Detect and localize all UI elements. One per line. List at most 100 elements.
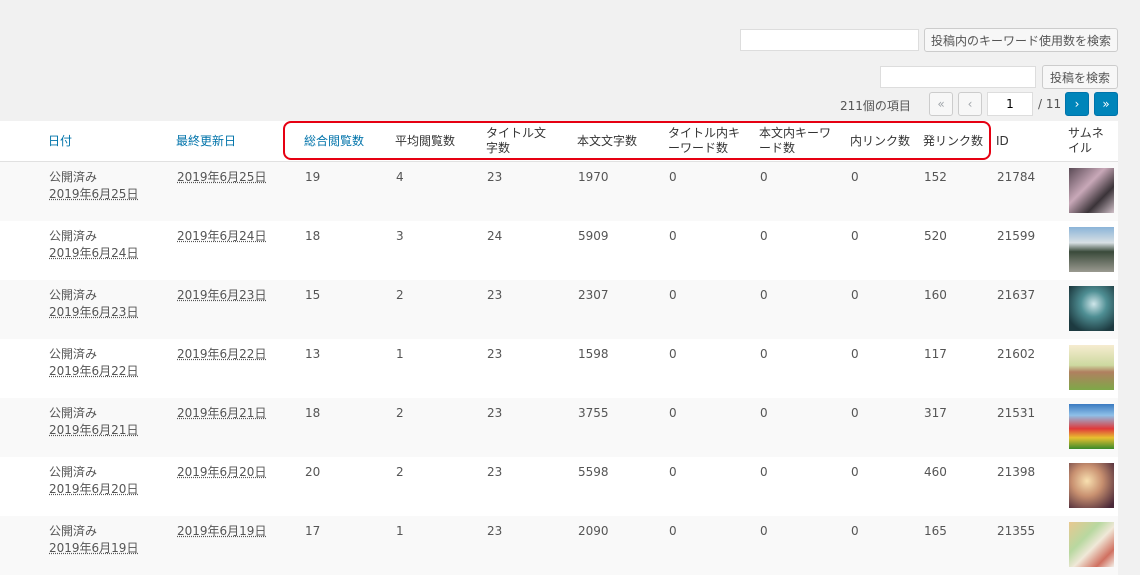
- body-keywords-cell: 0: [759, 338, 850, 398]
- total-views-cell: 19: [304, 161, 395, 221]
- status-label: 公開済み: [49, 228, 98, 243]
- modified-cell: 2019年6月24日: [176, 220, 304, 280]
- published-date: 2019年6月20日: [49, 481, 139, 496]
- column-thumbnail: サムネイル: [1068, 121, 1118, 162]
- last-page-button[interactable]: »: [1094, 92, 1118, 116]
- modified-date: 2019年6月25日: [177, 170, 267, 184]
- date-cell: 公開済み 2019年6月22日: [48, 338, 176, 398]
- thumbnail-image[interactable]: [1069, 168, 1114, 213]
- thumbnail-image[interactable]: [1069, 285, 1114, 331]
- body-chars-cell: 3755: [577, 397, 668, 457]
- modified-date: 2019年6月21日: [177, 405, 267, 420]
- internal-links-cell: 0: [850, 220, 923, 280]
- date-cell: 公開済み 2019年6月23日: [48, 279, 176, 339]
- body-chars-cell: 5598: [577, 456, 668, 516]
- thumbnail-cell: [1068, 515, 1118, 575]
- avg-views-cell: 1: [395, 515, 486, 575]
- column-title-keywords: タイトル内キーワード数: [668, 121, 759, 162]
- title-chars-cell: 23: [486, 161, 577, 221]
- body-keywords-cell: 0: [759, 279, 850, 339]
- column-avg-views: 平均閲覧数: [395, 121, 486, 162]
- body-keywords-cell: 0: [759, 161, 850, 221]
- table-row: 公開済み 2019年6月21日 2019年6月21日 18 2 23 3755 0 0 0 317 2…: [0, 397, 1118, 457]
- date-cell: 公開済み 2019年6月19日: [48, 515, 176, 575]
- date-cell: 公開済み 2019年6月21日: [48, 397, 176, 457]
- body-chars-cell: 2307: [577, 279, 668, 339]
- thumbnail-cell: [1068, 220, 1118, 280]
- next-page-button[interactable]: ›: [1065, 92, 1089, 116]
- avg-views-cell: 3: [395, 220, 486, 280]
- internal-links-cell: 0: [850, 161, 923, 221]
- table-header: 日付 最終更新日 総合閲覧数 平均閲覧数 タイトル文字数 本文文字数 タイトル内…: [0, 121, 1118, 162]
- title-chars-cell: 23: [486, 279, 577, 339]
- outgoing-links-cell: 160: [923, 279, 996, 339]
- body-keywords-cell: 0: [759, 220, 850, 280]
- title-keywords-cell: 0: [668, 220, 759, 280]
- body-chars-cell: 1970: [577, 161, 668, 221]
- id-cell: 21637: [996, 279, 1068, 339]
- total-views-cell: 15: [304, 279, 395, 339]
- column-body-chars: 本文文字数: [577, 121, 668, 162]
- title-chars-cell: 23: [486, 515, 577, 575]
- internal-links-cell: 0: [850, 456, 923, 516]
- avg-views-cell: 2: [395, 279, 486, 339]
- thumbnail-image[interactable]: [1069, 403, 1114, 449]
- thumbnail-cell: [1068, 456, 1118, 516]
- checkbox-column-header: [0, 121, 48, 162]
- id-cell: 21784: [996, 161, 1068, 221]
- avg-views-cell: 1: [395, 338, 486, 398]
- body-chars-cell: 2090: [577, 515, 668, 575]
- thumbnail-image[interactable]: [1069, 462, 1114, 508]
- column-total-views[interactable]: 総合閲覧数: [304, 121, 395, 162]
- post-search-button[interactable]: 投稿を検索: [1042, 65, 1118, 89]
- post-search-input[interactable]: [880, 66, 1036, 88]
- table-row: 公開済み 2019年6月24日 2019年6月24日 18 3 24 5909 0 0 0 520 2…: [0, 220, 1118, 280]
- checkbox-cell: [0, 338, 48, 398]
- outgoing-links-cell: 152: [923, 161, 996, 221]
- total-views-cell: 20: [304, 456, 395, 516]
- thumbnail-cell: [1068, 161, 1118, 221]
- title-keywords-cell: 0: [668, 456, 759, 516]
- thumbnail-image[interactable]: [1069, 521, 1114, 567]
- prev-page-button[interactable]: ‹: [958, 92, 982, 116]
- total-views-cell: 17: [304, 515, 395, 575]
- modified-date: 2019年6月20日: [177, 464, 267, 479]
- table-row: 公開済み 2019年6月25日 2019年6月25日 19 4 23 1970 0 0 0 152 2…: [0, 161, 1118, 221]
- modified-date: 2019年6月23日: [177, 287, 267, 302]
- thumbnail-image[interactable]: [1069, 344, 1114, 390]
- column-internal-links: 内リンク数: [850, 121, 923, 162]
- title-keywords-cell: 0: [668, 338, 759, 398]
- status-label: 公開済み: [49, 170, 98, 184]
- title-chars-cell: 23: [486, 397, 577, 457]
- current-page-input[interactable]: [987, 92, 1033, 116]
- date-cell: 公開済み 2019年6月20日: [48, 456, 176, 516]
- table-row: 公開済み 2019年6月19日 2019年6月19日 17 1 23 2090 0 0 0 165 2…: [0, 515, 1118, 575]
- published-date: 2019年6月24日: [49, 245, 139, 260]
- status-label: 公開済み: [49, 287, 98, 302]
- keyword-search-button[interactable]: 投稿内のキーワード使用数を検索: [924, 28, 1118, 52]
- internal-links-cell: 0: [850, 397, 923, 457]
- column-date[interactable]: 日付: [48, 121, 176, 162]
- keyword-search-input[interactable]: [740, 29, 919, 51]
- column-outgoing-links: 発リンク数: [923, 121, 996, 162]
- thumbnail-image[interactable]: [1069, 226, 1114, 272]
- column-modified[interactable]: 最終更新日: [176, 121, 304, 162]
- published-date: 2019年6月21日: [49, 422, 139, 437]
- status-label: 公開済み: [49, 464, 98, 479]
- modified-cell: 2019年6月21日: [176, 397, 304, 457]
- first-page-button[interactable]: «: [929, 92, 953, 116]
- table-row: 公開済み 2019年6月20日 2019年6月20日 20 2 23 5598 0 0 0 460 2…: [0, 456, 1118, 516]
- column-title-chars: タイトル文字数: [486, 121, 577, 162]
- total-views-cell: 18: [304, 220, 395, 280]
- table-row: 公開済み 2019年6月23日 2019年6月23日 15 2 23 2307 0 0 0 160 2…: [0, 279, 1118, 339]
- title-chars-cell: 24: [486, 220, 577, 280]
- modified-date: 2019年6月19日: [177, 523, 267, 538]
- published-date: 2019年6月19日: [49, 540, 139, 555]
- thumbnail-cell: [1068, 338, 1118, 398]
- id-cell: 21398: [996, 456, 1068, 516]
- date-cell: 公開済み 2019年6月24日: [48, 220, 176, 280]
- modified-date: 2019年6月24日: [177, 228, 267, 243]
- title-keywords-cell: 0: [668, 161, 759, 221]
- status-label: 公開済み: [49, 523, 98, 538]
- avg-views-cell: 2: [395, 456, 486, 516]
